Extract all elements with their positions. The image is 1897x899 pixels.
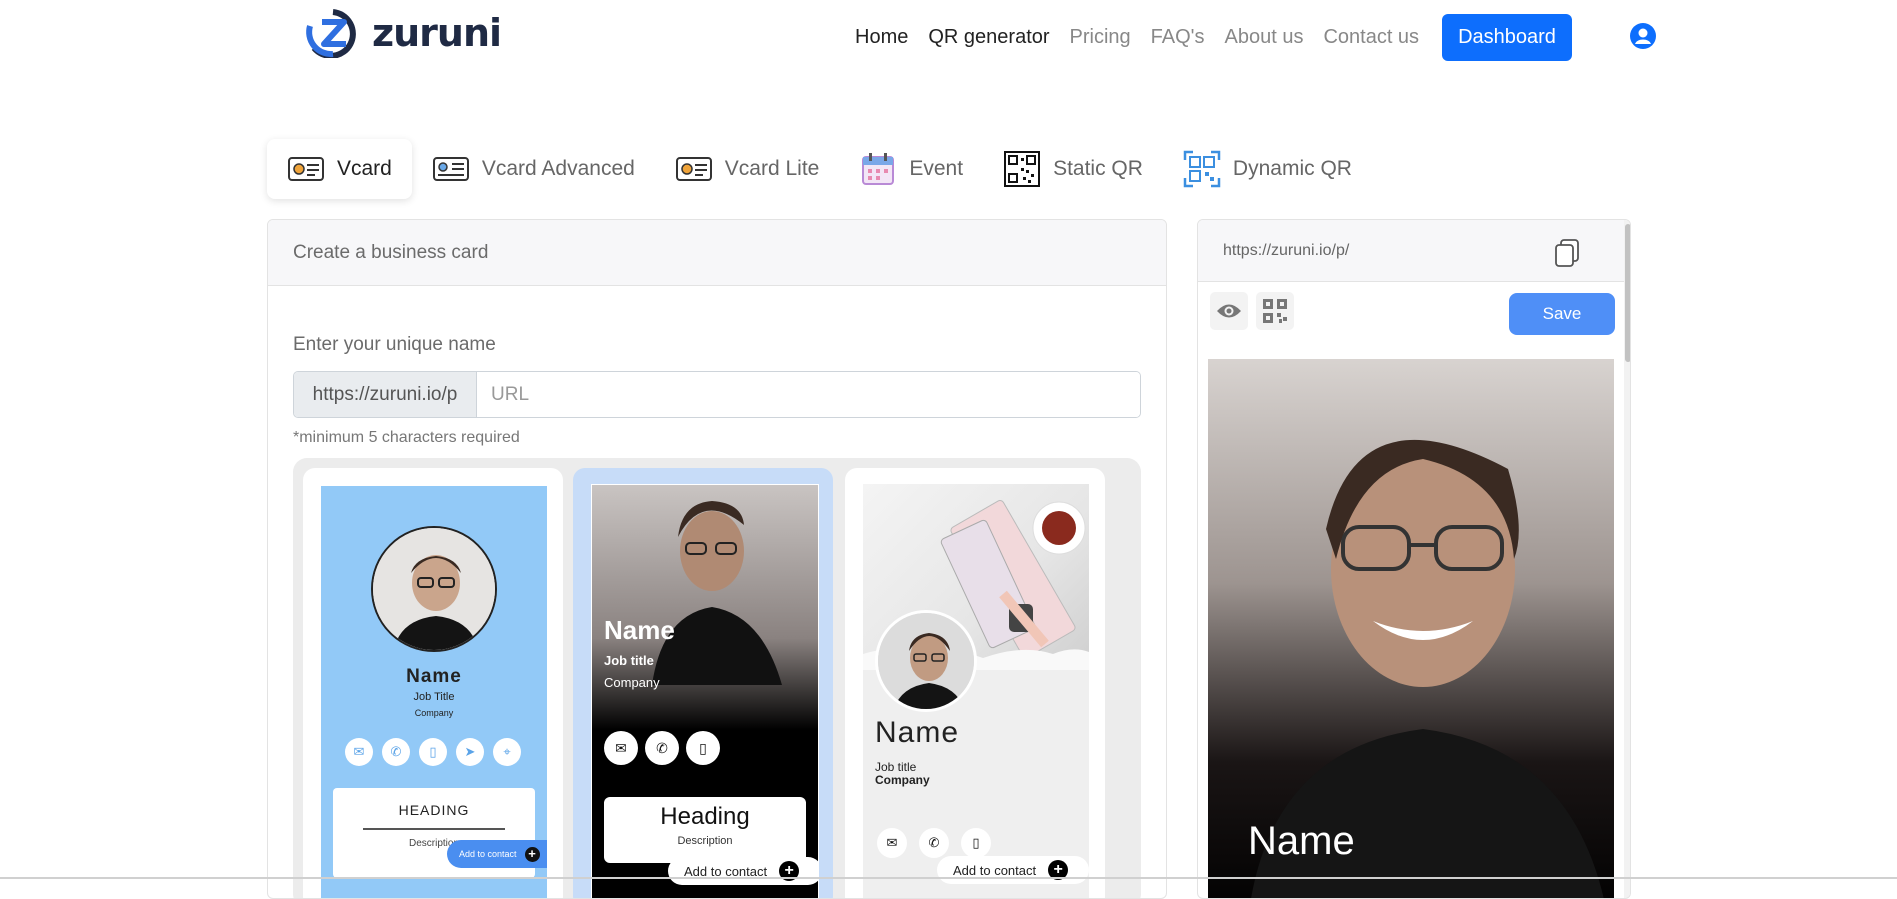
contact-icons: ✉ ✆ ▯ — [604, 731, 720, 765]
template-name: Name — [604, 615, 675, 645]
contact-icons: ✉ ✆ ▯ ➤ ⌖ — [345, 738, 521, 766]
person-photo-icon — [373, 528, 495, 650]
nav-pricing[interactable]: Pricing — [1070, 14, 1131, 60]
avatar — [875, 610, 977, 712]
preview-toolbar — [1210, 292, 1294, 330]
nav-home[interactable]: Home — [855, 14, 908, 60]
unique-url-input[interactable] — [477, 372, 1140, 417]
template-1-preview: Name Job Title Company ✉ ✆ ▯ ➤ ⌖ HEADING… — [321, 486, 547, 898]
nav-contact-us[interactable]: Contact us — [1323, 14, 1419, 60]
template-carousel: Name Job Title Company ✉ ✆ ▯ ➤ ⌖ HEADING… — [293, 458, 1141, 898]
tab-event[interactable]: Event — [839, 139, 983, 199]
scrollbar-thumb[interactable] — [1625, 224, 1630, 362]
tab-vcard-lite[interactable]: Vcard Lite — [655, 139, 840, 199]
whatsapp-icon: ✆ — [919, 828, 949, 858]
tab-dynamic-qr[interactable]: Dynamic QR — [1163, 139, 1372, 199]
email-icon: ✉ — [345, 738, 373, 766]
divider — [363, 828, 505, 830]
contact-icons: ✉ ✆ ▯ — [877, 828, 991, 858]
preview-panel: https://zuruni.io/p/ Save Name — [1197, 219, 1631, 899]
template-2-preview: Name Job title Company ✉ ✆ ▯ Heading Des… — [591, 484, 819, 898]
template-job: Job Title — [413, 691, 455, 703]
tab-label: Event — [909, 157, 964, 180]
preview-url: https://zuruni.io/p/ — [1223, 241, 1350, 259]
tab-vcard[interactable]: Vcard — [267, 139, 412, 199]
template-heading: Heading — [660, 803, 750, 830]
preview-name: Name — [1248, 819, 1355, 863]
user-account-icon[interactable] — [1629, 22, 1657, 50]
tab-vcard-advanced[interactable]: Vcard Advanced — [412, 139, 655, 199]
top-navbar: zuruni Home QR generator Pricing FAQ's A… — [0, 0, 1897, 76]
heading-box: Heading Description — [604, 797, 806, 863]
telegram-icon: ➤ — [456, 738, 484, 766]
nav-about-us[interactable]: About us — [1225, 14, 1304, 60]
save-button[interactable]: Save — [1509, 293, 1615, 335]
add-contact-label: Add to contact — [953, 862, 1037, 878]
nav-qr-generator[interactable]: QR generator — [928, 14, 1049, 60]
add-to-contact-button: Add to contact + — [447, 840, 547, 868]
template-job: Job title — [875, 760, 917, 774]
template-heading: HEADING — [398, 802, 470, 818]
calendar-icon — [862, 153, 895, 185]
tab-label: Vcard — [337, 157, 392, 180]
location-icon: ⌖ — [493, 738, 521, 766]
add-to-contact-button: Add to contact + — [937, 856, 1089, 884]
template-company: Company — [604, 675, 660, 690]
card-title: Create a business card — [293, 241, 489, 263]
brand-logo[interactable]: zuruni — [300, 8, 502, 58]
template-card-3[interactable]: Name Job title Company ✉ ✆ ▯ Add to cont… — [845, 468, 1105, 898]
qr-code-icon[interactable] — [1256, 292, 1294, 330]
template-company: Company — [875, 773, 930, 787]
unique-name-label: Enter your unique name — [293, 334, 496, 355]
phone-icon: ▯ — [419, 738, 447, 766]
zuruni-logo-icon — [306, 9, 356, 58]
tab-label: Dynamic QR — [1232, 157, 1352, 180]
card-type-tabs: Vcard Vcard Advanced Vcard Lite Event St… — [267, 139, 1372, 199]
avatar — [371, 526, 497, 652]
tab-static-qr[interactable]: Static QR — [983, 139, 1163, 199]
vcard-icon — [288, 157, 324, 181]
card-header: Create a business card — [268, 220, 1166, 286]
template-company: Company — [414, 708, 454, 718]
tab-label: Vcard Lite — [724, 157, 820, 180]
dynamic-qr-icon — [1183, 150, 1221, 188]
card-preview: Name — [1208, 359, 1614, 898]
template-name: Name — [875, 716, 960, 749]
template-name: Name — [406, 666, 462, 687]
qr-code-icon — [1004, 151, 1041, 187]
dashboard-button[interactable]: Dashboard — [1442, 14, 1572, 61]
whatsapp-icon: ✆ — [382, 738, 410, 766]
url-prefix: https://zuruni.io/p — [294, 372, 477, 417]
template-card-2[interactable]: Name Job title Company ✉ ✆ ▯ Heading Des… — [573, 468, 833, 898]
url-input-group: https://zuruni.io/p — [293, 371, 1141, 418]
tab-label: Vcard Advanced — [481, 157, 635, 180]
main-nav: Home QR generator Pricing FAQ's About us… — [855, 14, 1439, 60]
phone-icon: ▯ — [686, 731, 720, 765]
add-contact-label: Add to contact — [459, 849, 517, 859]
business-card-form: Create a business card Enter your unique… — [267, 219, 1167, 899]
copy-icon[interactable] — [1553, 238, 1581, 268]
nav-faqs[interactable]: FAQ's — [1151, 14, 1205, 60]
vcard-advanced-icon — [432, 157, 469, 181]
phone-icon: ▯ — [961, 828, 991, 858]
plus-icon: + — [524, 846, 540, 862]
add-to-contact-button: Add to contact + — [668, 857, 818, 885]
eye-icon[interactable] — [1210, 292, 1248, 330]
template-card-1[interactable]: Name Job Title Company ✉ ✆ ▯ ➤ ⌖ HEADING… — [303, 468, 563, 898]
email-icon: ✉ — [604, 731, 638, 765]
template-job: Job title — [604, 653, 654, 668]
brand-name: zuruni — [372, 11, 502, 55]
person-photo-icon — [1251, 439, 1604, 898]
email-icon: ✉ — [877, 828, 907, 858]
tab-label: Static QR — [1053, 157, 1143, 180]
template-3-preview: Name Job title Company ✉ ✆ ▯ Add to cont… — [863, 484, 1089, 898]
vcard-lite-icon — [675, 157, 712, 181]
whatsapp-icon: ✆ — [645, 731, 679, 765]
person-photo-icon — [878, 613, 974, 709]
min-length-note: *minimum 5 characters required — [293, 429, 520, 446]
template-description: Description — [677, 835, 733, 847]
